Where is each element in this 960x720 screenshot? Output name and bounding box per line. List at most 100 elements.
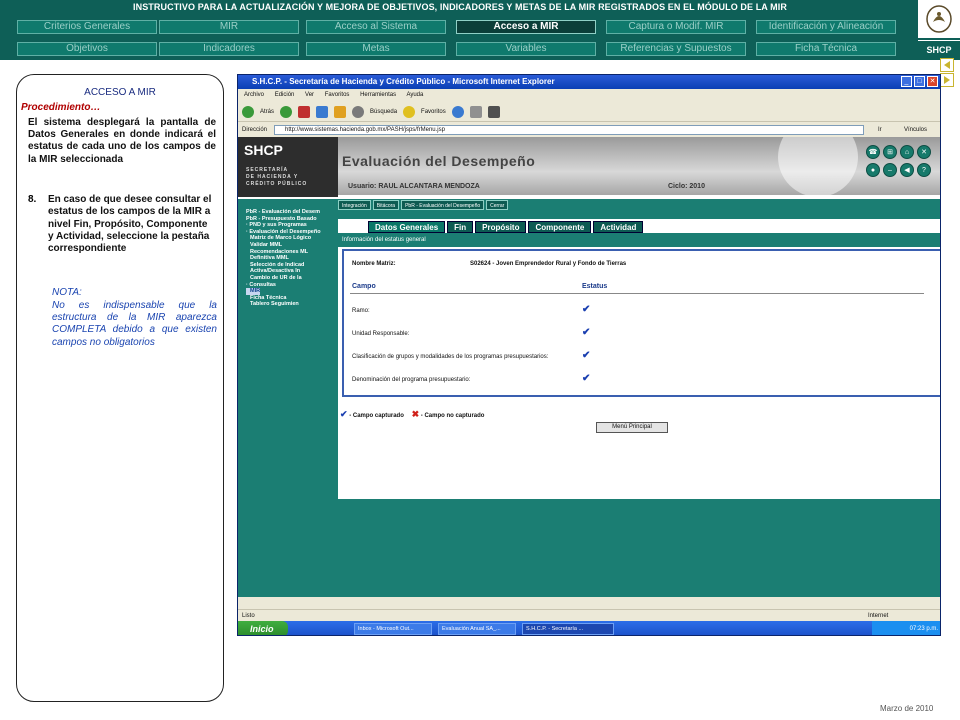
search-label[interactable]: Búsqueda: [370, 109, 397, 115]
links-label[interactable]: Vínculos: [904, 123, 927, 137]
sidebar-item[interactable]: Matriz de Marco Lógico: [246, 235, 338, 242]
maximize-icon[interactable]: □: [914, 76, 925, 87]
tab-acceso-sistema[interactable]: Acceso al Sistema: [306, 20, 446, 34]
back-label[interactable]: Atrás: [260, 109, 274, 115]
subtab-pbr-evaluacion[interactable]: PbR - Evaluación del Desempeño: [401, 200, 485, 210]
close-icon[interactable]: ✕: [917, 145, 931, 159]
mail-icon[interactable]: [469, 105, 482, 118]
tab-datos-generales[interactable]: Datos Generales: [368, 221, 446, 233]
back-arrow-icon[interactable]: ◀: [900, 163, 914, 177]
minimize-icon[interactable]: _: [901, 76, 912, 87]
tab-mir[interactable]: MIR: [159, 20, 299, 34]
step-number: 8.: [28, 194, 37, 205]
start-button[interactable]: Inicio: [238, 621, 288, 635]
sidebar-item[interactable]: · PND y sus Programas: [246, 222, 338, 229]
favorites-icon[interactable]: [403, 105, 416, 118]
shcp-banner: SHCP SECRETARÍA DE HACIENDA Y CRÉDITO PÚ…: [238, 137, 338, 197]
sidebar-item[interactable]: PbR - Evaluación del Desem: [246, 209, 338, 216]
sidebar-item[interactable]: Definitiva MML: [246, 255, 338, 262]
check-icon: ✔: [582, 304, 591, 315]
cross-icon: ✖: [411, 409, 420, 419]
search-icon[interactable]: [352, 105, 365, 118]
help-icon[interactable]: ?: [917, 163, 931, 177]
print-icon[interactable]: [487, 105, 500, 118]
tab-variables[interactable]: Variables: [456, 42, 596, 56]
menu-archivo[interactable]: Archivo: [244, 92, 264, 98]
tab-indicadores[interactable]: Indicadores: [159, 42, 299, 56]
menu-ayuda[interactable]: Ayuda: [406, 92, 423, 98]
menu-edicion[interactable]: Edición: [275, 92, 295, 98]
address-input[interactable]: http://www.sistemas.hacienda.gob.mx/PASH…: [274, 125, 864, 135]
subtab-cerrar[interactable]: Cerrar: [486, 200, 509, 210]
go-button[interactable]: Ir: [878, 123, 882, 137]
tab-actividad[interactable]: Actividad: [593, 221, 644, 233]
menu-herramientas[interactable]: Herramientas: [360, 92, 396, 98]
tab-identificacion-alineacion[interactable]: Identificación y Alineación: [756, 20, 896, 34]
history-icon[interactable]: [451, 105, 464, 118]
task-evaluacion[interactable]: Evaluación Anual SA_...: [438, 623, 516, 635]
note-text: No es indispensable que la estructura de…: [52, 300, 217, 348]
header-divider: [350, 293, 924, 294]
sidebar-item[interactable]: Activa/Desactiva In: [246, 268, 338, 275]
matrix-label: Nombre Matriz:: [352, 261, 396, 267]
home-icon[interactable]: [334, 105, 347, 118]
next-slide-arrow-icon[interactable]: [940, 73, 954, 87]
menu-principal-button[interactable]: Menú Principal: [596, 422, 668, 433]
content-area: Datos Generales Fin Propósito Componente…: [338, 219, 940, 499]
sidebar-item[interactable]: Selección de Indicad: [246, 262, 338, 269]
shcp-subtitle: SECRETARÍA DE HACIENDA Y CRÉDITO PÚBLICO: [246, 167, 308, 187]
close-icon[interactable]: ✕: [927, 76, 938, 87]
browser-toolbar: Atrás Búsqueda Favoritos: [238, 102, 940, 122]
sidebar-item[interactable]: Recomendaciones ML: [246, 249, 338, 256]
legend-not-captured: - Campo no capturado: [420, 413, 485, 419]
sidebar-item[interactable]: Validar MML: [246, 242, 338, 249]
tab-proposito[interactable]: Propósito: [475, 221, 527, 233]
tab-ficha-tecnica[interactable]: Ficha Técnica: [756, 42, 896, 56]
tab-metas[interactable]: Metas: [306, 42, 446, 56]
stop-icon[interactable]: [298, 105, 311, 118]
back-icon[interactable]: [242, 105, 254, 118]
section-title: Información del estatus general: [338, 233, 940, 247]
dot-icon[interactable]: ●: [866, 163, 880, 177]
step-text: En caso de que desee consultar el estatu…: [48, 194, 212, 255]
menu-favoritos[interactable]: Favoritos: [325, 92, 350, 98]
sidebar-item-mir-selected[interactable]: MIR: [246, 288, 260, 295]
tab-objetivos[interactable]: Objetivos: [17, 42, 157, 56]
web-page: SHCP SECRETARÍA DE HACIENDA Y CRÉDITO PÚ…: [238, 137, 940, 597]
sidebar-item[interactable]: Tablero Seguimien: [246, 301, 338, 308]
tab-captura-modif-mir[interactable]: Captura o Modif. MIR: [606, 20, 746, 34]
app-sidebar: PbR - Evaluación del Desem PbR - Presupu…: [246, 209, 338, 589]
subtab-bitacora[interactable]: Bitácora: [372, 200, 400, 210]
sidebar-item[interactable]: · Evaluación del Desempeño: [246, 229, 338, 236]
task-inbox[interactable]: Inbox - Microsoft Out...: [354, 623, 432, 635]
app-subtabs: Integración Bitácora PbR - Evaluación de…: [338, 200, 509, 210]
address-label: Dirección: [242, 127, 268, 133]
forward-icon[interactable]: [280, 105, 293, 118]
window-controls: _ □ ✕: [901, 76, 938, 87]
panel-title: ACCESO A MIR: [84, 87, 156, 98]
sidebar-item[interactable]: Ficha Técnica: [246, 295, 338, 302]
home-icon[interactable]: ⌂: [900, 145, 914, 159]
sidebar-item[interactable]: · Consultas: [246, 282, 338, 289]
windows-taskbar: Inicio Inbox - Microsoft Out... Evaluaci…: [238, 621, 940, 635]
menu-ver[interactable]: Ver: [305, 92, 314, 98]
sitemap-icon[interactable]: ⊞: [883, 145, 897, 159]
favorites-label[interactable]: Favoritos: [421, 109, 446, 115]
tab-fin[interactable]: Fin: [447, 221, 474, 233]
sidebar-item[interactable]: PbR - Presupuesto Basado: [246, 216, 338, 223]
instructivo-title: INSTRUCTIVO PARA LA ACTUALIZACIÓN Y MEJO…: [133, 2, 787, 12]
note-title: NOTA:: [52, 287, 82, 298]
subtab-integracion[interactable]: Integración: [338, 200, 371, 210]
sidebar-item[interactable]: Cambio de UR de la: [246, 275, 338, 282]
minus-icon[interactable]: –: [883, 163, 897, 177]
task-shcp[interactable]: S.H.C.P. - Secretaría ...: [522, 623, 614, 635]
app-title: Evaluación del Desempeño: [342, 153, 536, 169]
tab-referencias-supuestos[interactable]: Referencias y Supuestos: [606, 42, 746, 56]
prev-slide-arrow-icon[interactable]: [940, 58, 954, 72]
refresh-icon[interactable]: [316, 105, 329, 118]
tab-acceso-mir[interactable]: Acceso a MIR: [456, 20, 596, 34]
footer-date: Marzo de 2010: [880, 704, 934, 713]
tab-criterios-generales[interactable]: Criterios Generales: [17, 20, 157, 34]
tab-componente[interactable]: Componente: [528, 221, 592, 233]
phone-icon[interactable]: ☎: [866, 145, 880, 159]
